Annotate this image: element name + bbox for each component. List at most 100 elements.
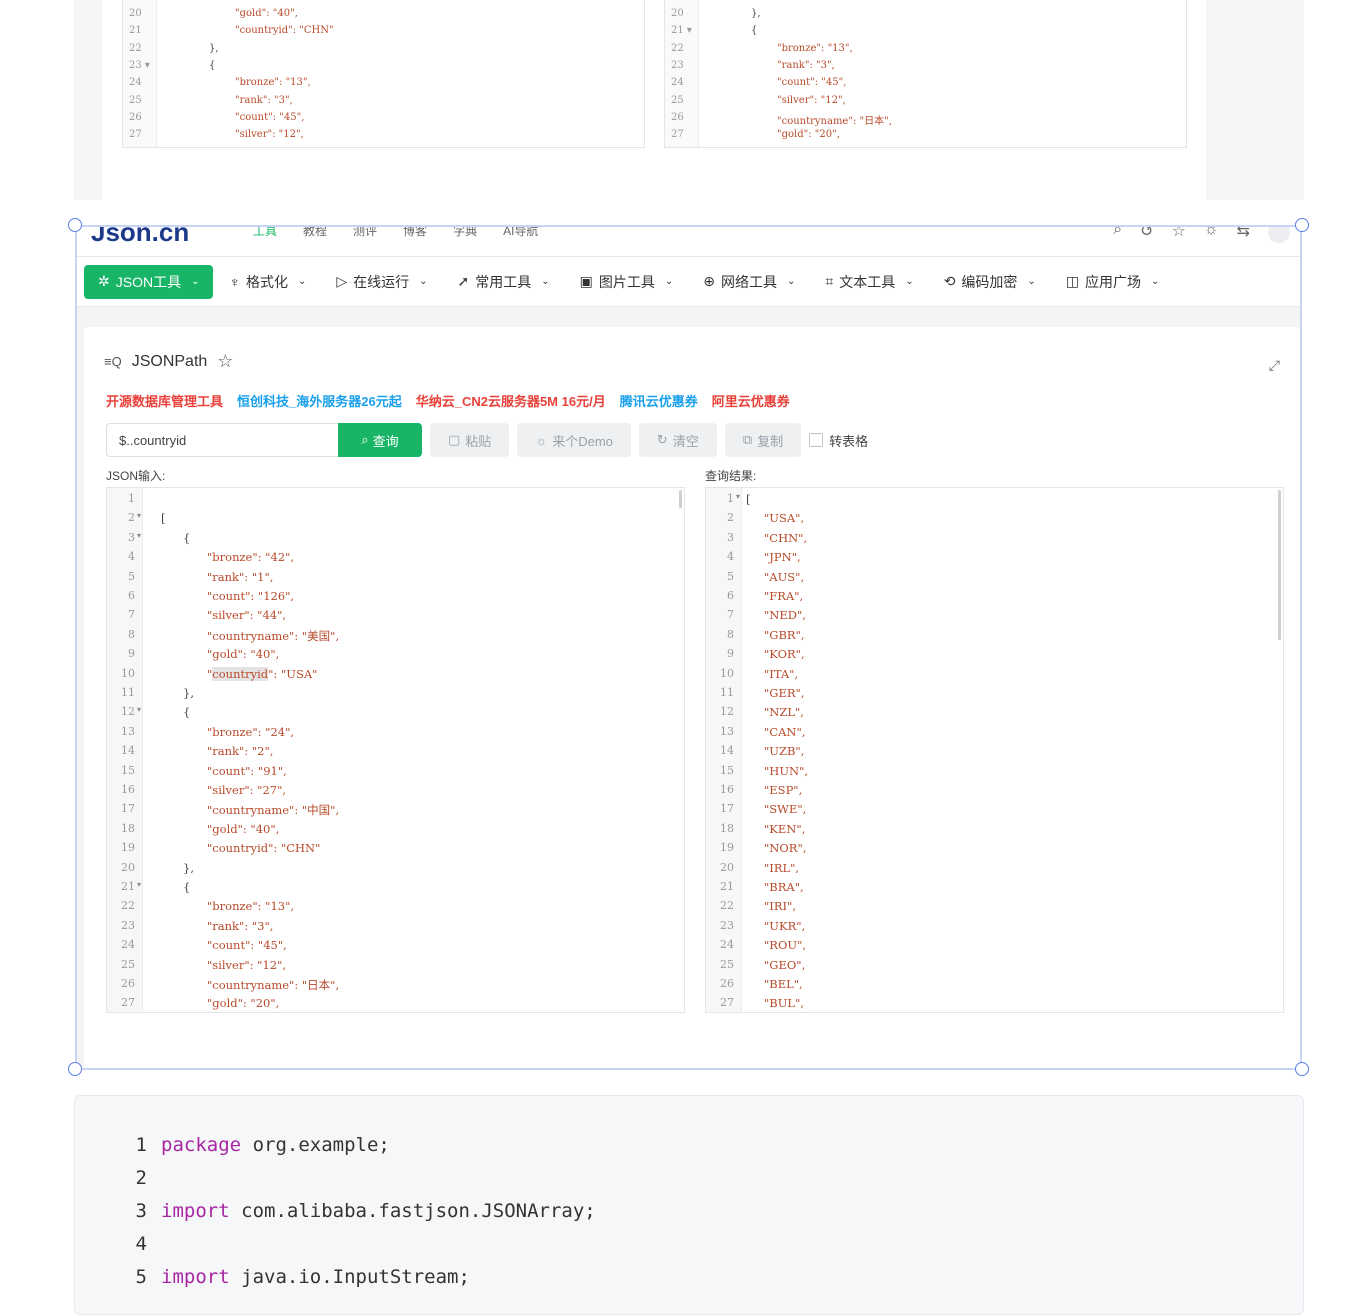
code-line: 4 "bronze": "42", xyxy=(107,550,684,569)
menu-item[interactable]: ⟲ 编码加密 ⌄ xyxy=(930,265,1050,299)
line-number: 2 xyxy=(727,511,734,525)
resize-handle-bottom-right[interactable] xyxy=(1295,1062,1309,1076)
ad-link[interactable]: 开源数据库管理工具 xyxy=(106,391,223,410)
resize-handle-top-left[interactable] xyxy=(68,218,82,232)
code-text: "IRL", xyxy=(764,860,800,875)
selected-image-frame[interactable]: Json.cn 工具 教程 测评 博客 字典 AI导航 ⌕ ↺ ☆ ☼ ⇆ ✲ JSON工具… xyxy=(75,225,1302,1070)
code-line: 4 xyxy=(75,1233,1303,1266)
line-number: 20 xyxy=(121,860,135,874)
top-nav-item[interactable]: 工具 xyxy=(253,227,277,239)
paste-button[interactable]: ▢ 粘贴 xyxy=(430,423,510,457)
line-number: 22 xyxy=(121,899,135,913)
line-number: 18 xyxy=(720,821,734,835)
line-number: 12 xyxy=(720,705,734,719)
code-line: 9 "KOR", xyxy=(706,647,1283,666)
code-line: 24 "ROU", xyxy=(706,938,1283,957)
line-number: 15 xyxy=(121,763,135,777)
line-number: 26 xyxy=(121,977,135,990)
chevron-down-icon: ⌄ xyxy=(1151,276,1160,287)
line-number: 9 xyxy=(128,647,135,661)
line-number: 4 xyxy=(727,550,734,564)
jsonpath-query-input[interactable]: $..countryid xyxy=(106,423,338,457)
line-number: 18 xyxy=(121,821,135,835)
table-toggle[interactable]: 转表格 xyxy=(809,431,868,450)
menu-item[interactable]: ▷ 在线运行 ⌄ xyxy=(322,265,441,299)
search-icon[interactable]: ⌕ xyxy=(1113,227,1122,243)
fold-toggle-icon[interactable]: ▾ xyxy=(137,531,141,540)
fold-toggle-icon[interactable]: ▾ xyxy=(137,880,141,889)
code-line: 26 "countryname": "日本", xyxy=(665,112,1186,129)
previous-screenshot-card: 20 "gold": "40", 21 "countryid": "CHN" 22}, 2… xyxy=(102,0,1206,200)
code-text: "bronze": "42", xyxy=(207,550,295,565)
code-line: 19 "NOR", xyxy=(706,841,1283,860)
ad-link[interactable]: 腾讯云优惠券 xyxy=(620,391,698,410)
code-text: "IRI", xyxy=(764,899,796,914)
code-line: 26 "countryname": "日本", xyxy=(107,977,684,996)
top-nav-item[interactable]: 字典 xyxy=(453,227,477,239)
menu-item[interactable]: ⊕ 网络工具 ⌄ xyxy=(689,265,809,299)
fullscreen-icon[interactable]: ⤢ xyxy=(1269,357,1280,374)
translate-icon[interactable]: ⇆ xyxy=(1237,227,1250,243)
code-text: "count": "126", xyxy=(207,589,295,603)
code-text: [ xyxy=(161,511,166,526)
play-icon: ▷ xyxy=(336,273,348,289)
clear-button[interactable]: ↻ 清空 xyxy=(638,423,717,457)
top-nav-item[interactable]: 博客 xyxy=(403,227,427,239)
code-text: "GBR", xyxy=(764,627,805,642)
site-logo[interactable]: Json.cn xyxy=(91,227,189,248)
line-number: 20 xyxy=(671,8,684,19)
copy-button[interactable]: ⧉ 复制 xyxy=(724,423,802,457)
code-line: 5 "rank": "1", xyxy=(107,570,684,589)
top-nav-item[interactable]: AI导航 xyxy=(503,227,538,239)
brush-icon: ♆ xyxy=(229,273,240,290)
menu-item[interactable]: ⌗ 文本工具 ⌄ xyxy=(811,265,927,299)
history-icon[interactable]: ↺ xyxy=(1140,227,1153,243)
resize-handle-top-right[interactable] xyxy=(1295,218,1309,232)
header-icons: ⌕ ↺ ☆ ☼ ⇆ xyxy=(1113,227,1290,243)
menu-item-label: 在线运行 xyxy=(353,273,410,290)
table-toggle-checkbox[interactable] xyxy=(809,433,824,447)
menu-item[interactable]: ▣ 图片工具 ⌄ xyxy=(566,265,688,299)
ad-link[interactable]: 恒创科技_海外服务器26元起 xyxy=(237,391,402,410)
json-input-editor[interactable]: 1 2 ▾[3 ▾{4 "bronze": "42", 5 "rank": "1", 6 "co… xyxy=(106,487,685,1013)
menu-item[interactable]: ♆ 格式化 ⌄ xyxy=(215,265,320,299)
code-line: 5 "AUS", xyxy=(706,570,1283,589)
avatar[interactable] xyxy=(1268,227,1290,243)
code-line: 2 "USA", xyxy=(706,511,1283,530)
demo-button[interactable]: ☼ 来个Demo xyxy=(517,423,631,457)
menu-item[interactable]: ➚ 常用工具 ⌄ xyxy=(444,265,564,299)
line-number: 4 xyxy=(135,1233,147,1255)
top-nav-item[interactable]: 教程 xyxy=(303,227,327,239)
code-text: }, xyxy=(183,860,194,875)
line-number: 21 xyxy=(720,880,734,893)
refresh-icon: ↻ xyxy=(656,432,668,447)
code-text: "countryid": "USA" xyxy=(207,666,318,681)
ad-link[interactable]: 华纳云_CN2云服务器5M 16元/月 xyxy=(416,391,606,410)
code-text: { xyxy=(183,530,191,545)
code-line: 17 "countryname": "中国", xyxy=(107,802,684,821)
top-nav-item[interactable]: 测评 xyxy=(353,227,377,239)
code-line: 8 "countryname": "美国", xyxy=(107,628,684,647)
star-icon[interactable]: ☆ xyxy=(1172,227,1186,243)
code-line: 13 "bronze": "24", xyxy=(107,725,684,744)
menu-item-label: JSON工具 xyxy=(115,273,182,290)
code-text: "ESP", xyxy=(764,783,803,797)
theme-icon[interactable]: ☼ xyxy=(1204,227,1219,243)
fold-toggle-icon[interactable]: ▾ xyxy=(137,511,141,520)
menu-item[interactable]: ◫ 应用广场 ⌄ xyxy=(1052,265,1174,299)
favorite-star-icon[interactable]: ☆ xyxy=(217,351,233,372)
code-text: "gold": "20", xyxy=(777,129,840,141)
code-text: "countryname": "中国", xyxy=(207,803,340,818)
menu-item-label: 图片工具 xyxy=(598,273,655,290)
ad-link[interactable]: 阿里云优惠券 xyxy=(712,391,790,410)
fold-toggle-icon[interactable]: ▾ xyxy=(736,492,740,501)
code-text: }, xyxy=(183,686,194,700)
query-result-editor[interactable]: 1 ▾ [2 "USA", 3 "CHN", 4 "JPN", 5 "AUS", 6 "FRA", 7 "… xyxy=(705,487,1284,1013)
line-number: 17 xyxy=(720,802,734,816)
sparkle-icon: ✲ xyxy=(98,273,110,289)
menu-item[interactable]: ✲ JSON工具 ⌄ xyxy=(84,264,214,299)
resize-handle-bottom-left[interactable] xyxy=(68,1062,82,1076)
code-line: 1 ▾ [ xyxy=(706,492,1283,511)
query-button[interactable]: ⌕ 查询 xyxy=(338,423,422,457)
fold-toggle-icon[interactable]: ▾ xyxy=(137,705,141,714)
